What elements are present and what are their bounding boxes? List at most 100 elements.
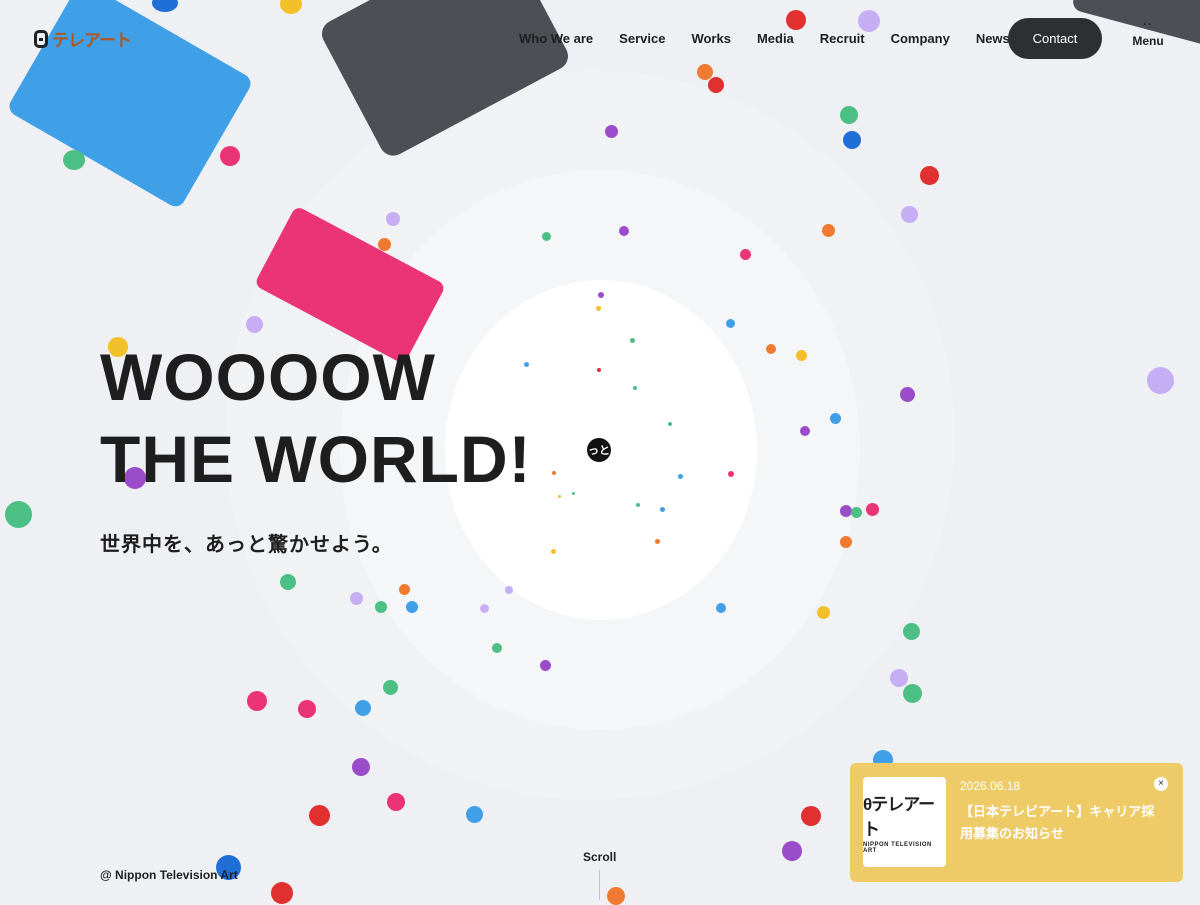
popup-thumbnail: θテレアート NIPPON TELEVISION ART	[863, 777, 946, 867]
menu-label: Menu	[1132, 34, 1164, 48]
nav-who-we-are[interactable]: Who We are	[519, 31, 593, 46]
confetti-dot	[668, 422, 672, 426]
confetti-dot	[542, 232, 551, 241]
confetti-dot	[540, 660, 551, 671]
main-nav: Who We are Service Works Media Recruit C…	[519, 31, 1036, 46]
confetti-dot	[383, 680, 398, 695]
scroll-indicator[interactable]: Scroll	[583, 850, 616, 864]
confetti-dot	[858, 10, 880, 32]
nav-news[interactable]: News	[976, 31, 1010, 46]
nav-service[interactable]: Service	[619, 31, 665, 46]
site-logo[interactable]: テレアート	[34, 26, 132, 51]
popup-date: 2026.06.18	[960, 779, 1021, 793]
hero-subtitle: 世界中を、あっと驚かせよう。	[100, 534, 393, 556]
confetti-dot	[903, 623, 920, 640]
confetti-dot	[247, 691, 267, 711]
confetti-dot	[851, 507, 862, 518]
confetti-dot	[920, 166, 939, 185]
confetti-dot	[678, 474, 683, 479]
confetti-dot	[220, 146, 240, 166]
confetti-dot	[840, 106, 858, 124]
menu-button[interactable]: ·· Menu	[1128, 17, 1168, 48]
confetti-dot	[271, 882, 293, 904]
confetti-dot	[726, 319, 735, 328]
popup-title-link[interactable]: 【日本テレビアート】キャリア採用募集のお知らせ	[960, 801, 1165, 845]
confetti-dot	[552, 471, 556, 475]
confetti-dot	[605, 125, 618, 138]
confetti-dot	[636, 503, 640, 507]
news-popup[interactable]: θテレアート NIPPON TELEVISION ART 2026.06.18 …	[850, 763, 1183, 882]
confetti-dot	[551, 549, 556, 554]
confetti-dot	[866, 503, 879, 516]
thumbnail-logo: θテレアート	[863, 790, 946, 840]
confetti-dot	[801, 806, 821, 826]
confetti-dot	[786, 10, 806, 30]
confetti-dot	[246, 316, 263, 333]
confetti-dot	[406, 601, 418, 613]
center-badge: っと	[587, 438, 611, 462]
confetti-dot	[387, 793, 405, 811]
confetti-dot	[63, 150, 85, 170]
nav-company[interactable]: Company	[891, 31, 950, 46]
confetti-dot	[607, 887, 625, 905]
confetti-dot	[708, 77, 724, 93]
confetti-dot	[901, 206, 918, 223]
close-icon[interactable]: ×	[1154, 777, 1168, 791]
confetti-dot	[352, 758, 370, 776]
confetti-dot	[655, 539, 660, 544]
nav-works[interactable]: Works	[691, 31, 731, 46]
hero-title-line2: THE WORLD!	[100, 422, 532, 496]
confetti-dot	[5, 501, 32, 528]
nav-recruit[interactable]: Recruit	[820, 31, 865, 46]
confetti-dot	[280, 574, 296, 590]
confetti-dot	[309, 805, 330, 826]
confetti-dot	[480, 604, 489, 613]
scroll-line	[599, 870, 600, 900]
confetti-dot	[740, 249, 751, 260]
confetti-dot	[597, 368, 601, 372]
confetti-dot	[572, 492, 575, 495]
confetti-dot	[800, 426, 810, 436]
hero-title-line1: WOOOOW	[100, 340, 436, 414]
confetti-dot	[660, 507, 665, 512]
confetti-dot	[822, 224, 835, 237]
thumbnail-logo-mark-icon: θ	[863, 795, 872, 814]
hero-title: WOOOOW THE WORLD!	[100, 336, 532, 500]
confetti-dot	[796, 350, 807, 361]
menu-dots-icon: ··	[1143, 17, 1153, 31]
confetti-dot	[840, 536, 852, 548]
logo-text: テレアート	[52, 31, 132, 50]
confetti-dot	[280, 0, 302, 14]
confetti-dot	[596, 306, 601, 311]
confetti-dot	[900, 387, 915, 402]
confetti-dot	[619, 226, 629, 236]
confetti-dot	[355, 700, 371, 716]
confetti-dot	[782, 841, 802, 861]
confetti-dot	[350, 592, 363, 605]
confetti-dot	[492, 643, 502, 653]
confetti-dot	[843, 131, 861, 149]
confetti-dot	[1147, 367, 1174, 394]
thumbnail-subtitle: NIPPON TELEVISION ART	[863, 842, 932, 854]
confetti-dot	[386, 212, 400, 226]
confetti-dot	[558, 495, 561, 498]
thumbnail-logo-text: テレアート	[863, 795, 935, 839]
confetti-dot	[399, 584, 410, 595]
confetti-dot	[298, 700, 316, 718]
confetti-dot	[466, 806, 483, 823]
contact-button[interactable]: Contact	[1008, 18, 1102, 59]
nav-media[interactable]: Media	[757, 31, 794, 46]
copyright: @ Nippon Television Art	[100, 868, 238, 882]
confetti-dot	[817, 606, 830, 619]
confetti-dot	[375, 601, 387, 613]
confetti-dot	[830, 413, 841, 424]
confetti-dot	[505, 586, 513, 594]
confetti-dot	[728, 471, 734, 477]
logo-mark-icon	[34, 29, 48, 48]
confetti-dot	[903, 684, 922, 703]
confetti-dot	[633, 386, 637, 390]
confetti-dot	[890, 669, 908, 687]
confetti-dot	[598, 292, 604, 298]
confetti-dot	[630, 338, 635, 343]
confetti-dot	[152, 0, 178, 12]
